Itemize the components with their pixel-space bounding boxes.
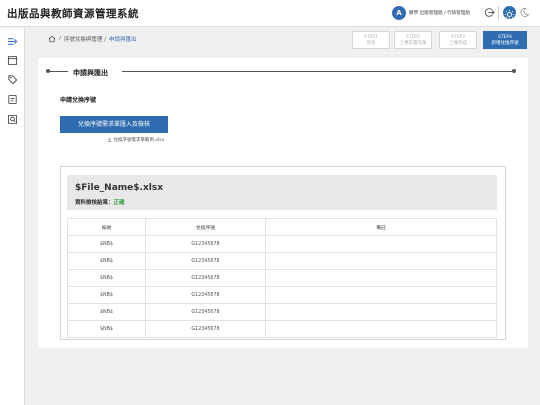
section-title: 申請與匯出 (73, 69, 108, 77)
cell-number: $NB$ (67, 269, 146, 287)
cell-number: $NB$ (67, 235, 146, 253)
user-avatar[interactable]: A (392, 6, 406, 20)
check-result-label: 資料檢核結果： (75, 200, 114, 206)
step-1-label: 充值 (366, 41, 376, 46)
breadcrumb: / 序號兌換與管理 / 申請與匯出 (48, 35, 136, 43)
cell-note (265, 235, 497, 253)
breadcrumb-item-current: 申請與匯出 (108, 37, 137, 43)
table-row: $NB$ G12345678 (67, 303, 497, 321)
menu-expand-icon[interactable] (7, 36, 18, 47)
download-icon (107, 137, 112, 142)
search-doc-icon[interactable] (7, 114, 18, 125)
table-row: $NB$ G12345678 (67, 286, 497, 304)
import-check-button[interactable]: 兌換序號需求單匯入及檢核 (60, 116, 168, 133)
apply-subtitle: 申請兌換序號 (60, 97, 97, 104)
step-4-label: 新增兌換序號 (491, 41, 519, 46)
check-result: 資料檢核結果：正確 (75, 198, 125, 206)
document-icon[interactable] (7, 94, 18, 105)
serial-table: 編號 兌換序號 備註 $NB$ G12345678 $NB$ G12345678… (67, 218, 497, 338)
table-row: $NB$ G12345678 (67, 235, 497, 253)
cell-serial: G12345678 (145, 286, 266, 304)
cell-number: $NB$ (67, 286, 146, 304)
column-header-serial: 兌換序號 (145, 218, 266, 236)
result-file-name: $File_Name$.xlsx (75, 183, 164, 193)
table-row: $NB$ G12345678 (67, 252, 497, 270)
table-header-row: 編號 兌換序號 備註 (67, 218, 497, 236)
user-info: 數學 出版管理組 / 行銷管理組 (409, 11, 471, 16)
cell-note (265, 252, 497, 270)
tag-icon[interactable] (7, 74, 18, 85)
step-3[interactable]: STEP3 上傳完成 (439, 31, 477, 49)
cell-number: $NB$ (67, 252, 146, 270)
cell-serial: G12345678 (145, 320, 266, 338)
logout-icon[interactable] (484, 7, 495, 18)
window-icon[interactable] (7, 55, 18, 66)
cell-serial: G12345678 (145, 252, 266, 270)
cell-serial: G12345678 (145, 235, 266, 253)
cell-number: $NB$ (67, 303, 146, 321)
cell-number: $NB$ (67, 320, 146, 338)
home-icon[interactable] (48, 35, 56, 43)
section-divider (122, 71, 514, 72)
section-divider (48, 71, 68, 72)
moon-icon[interactable] (519, 7, 530, 18)
step-2[interactable]: STEP2 上傳前置作業 (394, 31, 432, 49)
app-title: 出版品與教師資源管理系統 (7, 8, 139, 20)
sun-icon (504, 9, 515, 20)
step-1[interactable]: STEP1 充值 (352, 31, 390, 49)
cell-note (265, 320, 497, 338)
light-theme-button[interactable] (503, 6, 516, 20)
cell-serial: G12345678 (145, 303, 266, 321)
sidebar (0, 28, 25, 405)
column-header-number: 編號 (67, 218, 146, 236)
step-2-label: 上傳前置作業 (399, 41, 427, 46)
table-row: $NB$ G12345678 (67, 269, 497, 287)
cell-note (265, 303, 497, 321)
cell-note (265, 269, 497, 287)
top-header: 出版品與教師資源管理系統 A 數學 出版管理組 / 行銷管理組 (0, 0, 540, 27)
download-template-link[interactable]: 兌換序號需求單範例.xlsx (107, 137, 164, 143)
download-template-label: 兌換序號需求單範例.xlsx (113, 138, 165, 143)
step-3-label: 上傳完成 (449, 41, 467, 46)
cell-note (265, 286, 497, 304)
cell-serial: G12345678 (145, 269, 266, 287)
breadcrumb-separator: / (59, 36, 61, 42)
column-header-note: 備註 (265, 218, 497, 236)
breadcrumb-item-serial-management[interactable]: 序號兌換與管理 / (64, 35, 106, 43)
check-result-status: 正確 (113, 200, 125, 206)
section-divider-dot (512, 69, 516, 73)
header-divider (498, 6, 499, 20)
step-4[interactable]: STEP4 新增兌換序號 (483, 31, 527, 49)
table-row: $NB$ G12345678 (67, 320, 497, 338)
